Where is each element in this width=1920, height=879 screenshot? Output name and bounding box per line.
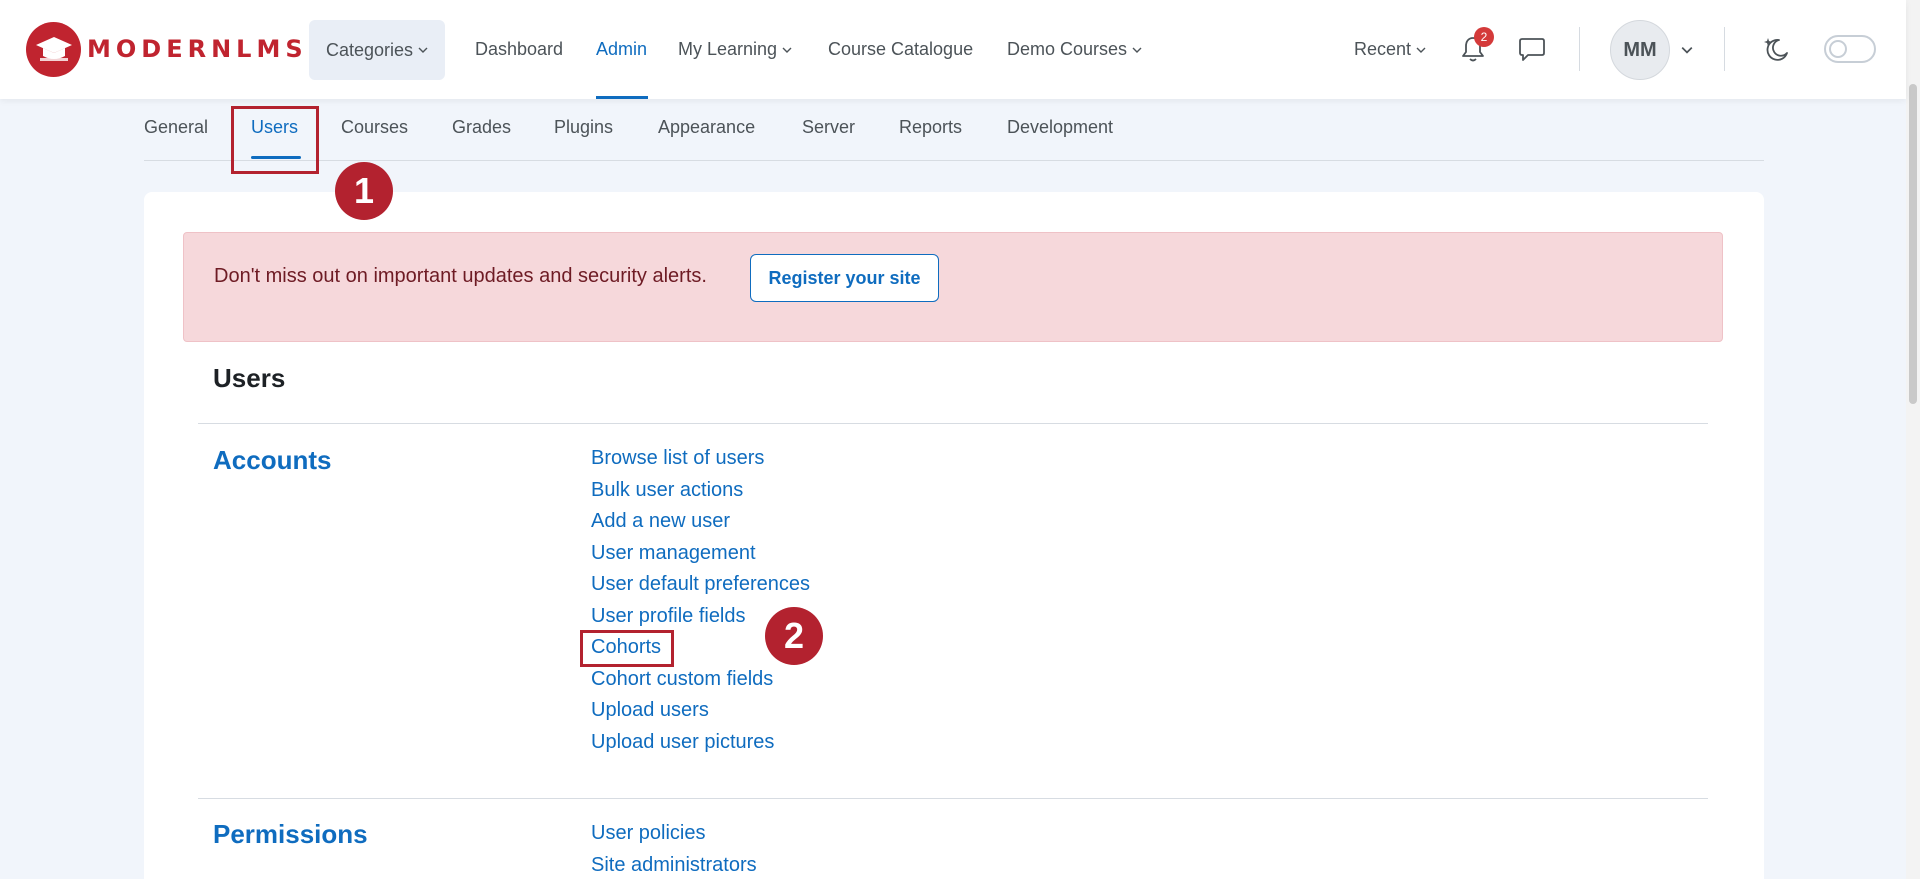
tab-grades[interactable]: Grades	[452, 117, 511, 138]
link-site-administrators[interactable]: Site administrators	[591, 854, 757, 876]
nav-course-catalogue[interactable]: Course Catalogue	[828, 0, 973, 99]
nav-dashboard[interactable]: Dashboard	[475, 0, 563, 99]
section-divider	[198, 423, 1708, 424]
list-item: Upload users	[591, 695, 810, 727]
step-marker-2: 2	[765, 607, 823, 665]
tab-server[interactable]: Server	[802, 117, 855, 138]
chevron-down-icon	[418, 47, 428, 53]
chevron-down-icon	[1132, 47, 1142, 53]
nav-admin[interactable]: Admin	[596, 0, 647, 99]
link-user-default-preferences[interactable]: User default preferences	[591, 573, 810, 595]
register-site-button[interactable]: Register your site	[750, 254, 939, 302]
admin-tabs: General Users Courses Grades Plugins App…	[144, 99, 1764, 161]
user-menu-chevron-down-icon[interactable]	[1681, 44, 1693, 56]
chevron-down-icon	[1416, 47, 1426, 53]
section-divider	[198, 798, 1708, 799]
navbar-divider	[1724, 27, 1725, 71]
permissions-heading[interactable]: Permissions	[213, 819, 368, 850]
messages-button[interactable]	[1512, 27, 1552, 71]
accounts-links: Browse list of users Bulk user actions A…	[591, 443, 810, 758]
scrollbar-thumb[interactable]	[1909, 84, 1917, 404]
list-item: Upload user pictures	[591, 727, 810, 759]
notification-count-badge: 2	[1474, 27, 1494, 47]
tab-courses[interactable]: Courses	[341, 117, 408, 138]
accounts-heading-link[interactable]: Accounts	[213, 445, 331, 475]
link-user-profile-fields[interactable]: User profile fields	[591, 605, 746, 627]
theme-toggle-switch[interactable]	[1824, 35, 1876, 63]
nav-recent[interactable]: Recent	[1354, 0, 1426, 99]
link-add-new-user[interactable]: Add a new user	[591, 510, 730, 532]
logo-text: MODERNLMS	[87, 35, 308, 63]
chevron-down-icon	[782, 47, 792, 53]
tab-reports[interactable]: Reports	[899, 117, 962, 138]
dark-mode-button[interactable]	[1756, 27, 1796, 71]
nav-recent-label: Recent	[1354, 39, 1412, 59]
chat-bubble-icon	[1519, 38, 1545, 61]
link-bulk-user-actions[interactable]: Bulk user actions	[591, 479, 743, 501]
permissions-heading-link[interactable]: Permissions	[213, 819, 368, 849]
page-scrollbar[interactable]	[1906, 0, 1920, 879]
accounts-heading[interactable]: Accounts	[213, 445, 331, 476]
list-item: User default preferences	[591, 569, 810, 601]
nav-categories[interactable]: Categories	[309, 20, 445, 80]
link-browse-users[interactable]: Browse list of users	[591, 447, 764, 469]
highlight-users-tab	[231, 106, 319, 174]
link-user-management[interactable]: User management	[591, 542, 756, 564]
list-item: Add a new user	[591, 506, 810, 538]
link-upload-user-pictures[interactable]: Upload user pictures	[591, 731, 774, 753]
user-avatar[interactable]: MM	[1610, 20, 1670, 80]
toggle-knob	[1829, 40, 1847, 58]
step-marker-1: 1	[335, 162, 393, 220]
link-upload-users[interactable]: Upload users	[591, 699, 709, 721]
list-item: User policies	[591, 818, 757, 850]
tab-general[interactable]: General	[144, 117, 208, 138]
alert-message: Don't miss out on important updates and …	[214, 265, 707, 287]
top-navbar: MODERNLMS Categories Dashboard Admin My …	[0, 0, 1906, 99]
registration-alert: Don't miss out on important updates and …	[183, 232, 1723, 342]
tab-development[interactable]: Development	[1007, 117, 1113, 138]
list-item: Site administrators	[591, 850, 757, 879]
nav-my-learning-label: My Learning	[678, 39, 778, 59]
moon-stars-icon	[1764, 38, 1788, 61]
nav-demo-courses[interactable]: Demo Courses	[1007, 0, 1142, 99]
list-item: Browse list of users	[591, 443, 810, 475]
graduation-cap-icon	[26, 21, 81, 77]
permissions-links: User policies Site administrators	[591, 818, 757, 879]
nav-active-indicator	[596, 96, 648, 99]
tab-appearance[interactable]: Appearance	[658, 117, 755, 138]
nav-my-learning[interactable]: My Learning	[678, 0, 792, 99]
nav-demo-courses-label: Demo Courses	[1007, 39, 1128, 59]
list-item: Cohort custom fields	[591, 664, 810, 696]
site-logo[interactable]: MODERNLMS	[26, 21, 308, 77]
navbar-divider	[1579, 27, 1580, 71]
list-item: User management	[591, 538, 810, 570]
nav-categories-label: Categories	[325, 39, 414, 60]
page-title: Users	[213, 363, 286, 393]
list-item: Bulk user actions	[591, 475, 810, 507]
link-user-policies[interactable]: User policies	[591, 822, 705, 844]
link-cohort-custom-fields[interactable]: Cohort custom fields	[591, 668, 773, 690]
highlight-cohorts-link	[580, 630, 674, 667]
tab-plugins[interactable]: Plugins	[554, 117, 613, 138]
